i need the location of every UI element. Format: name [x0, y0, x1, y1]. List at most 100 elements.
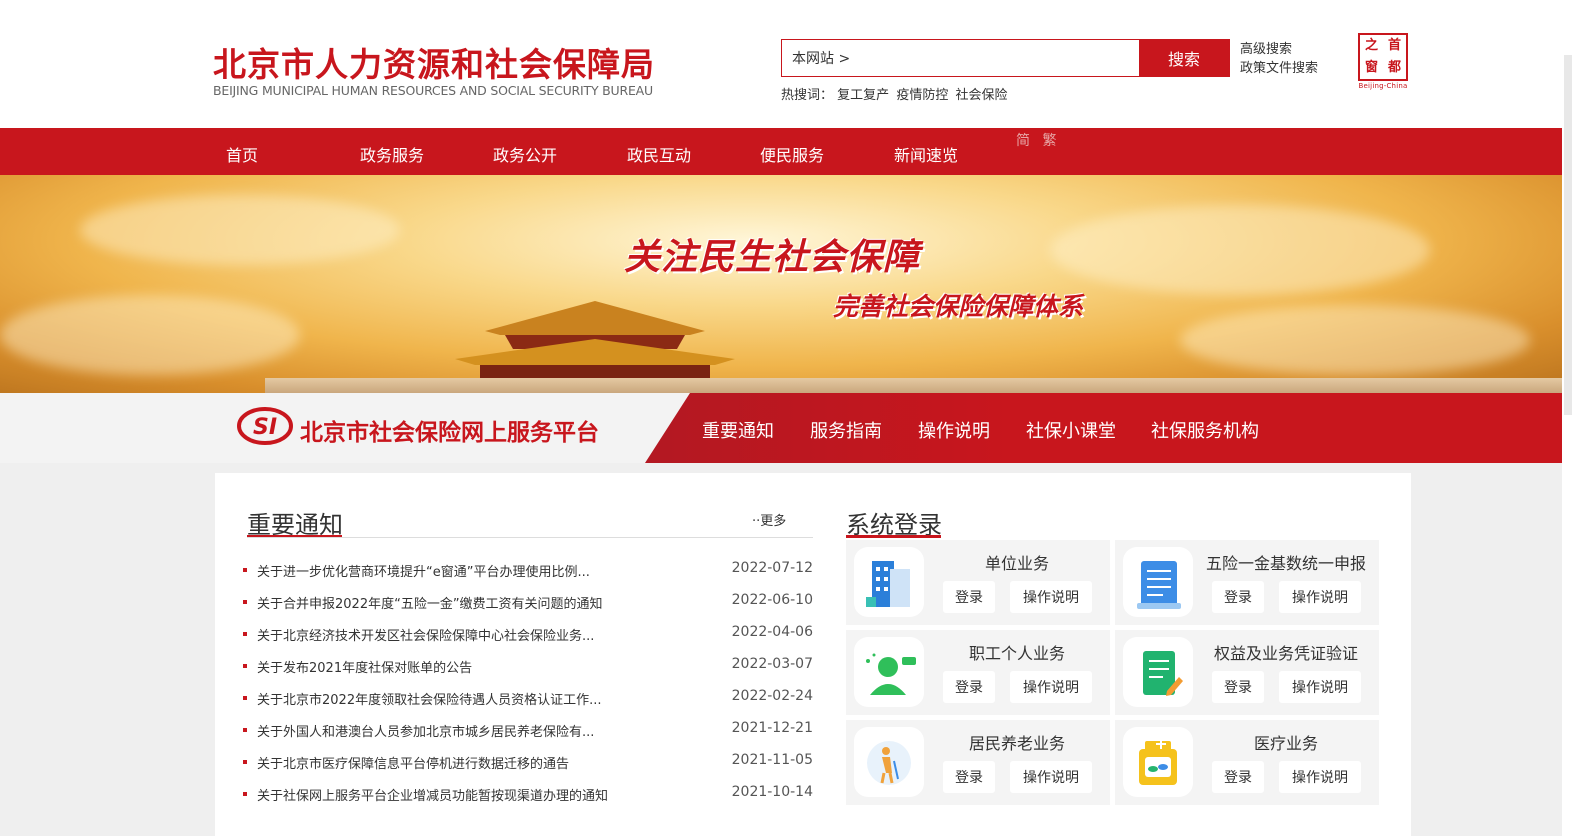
notice-title[interactable]: 关于进一步优化营商环境提升“e窗通”平台办理使用比例... — [257, 561, 590, 580]
list-item[interactable]: 关于北京市医疗保障信息平台停机进行数据迁移的通告 2021-11-05 — [243, 750, 813, 782]
banner-cloud — [0, 295, 300, 375]
seal-char: 之 — [1364, 38, 1378, 53]
notice-title[interactable]: 关于合并申报2022年度“五险一金”缴费工资有关问题的通知 — [257, 593, 603, 612]
language-switch[interactable]: 简 繁 — [1016, 130, 1060, 150]
bullet-icon — [243, 600, 247, 604]
login-button[interactable]: 登录 — [1212, 581, 1264, 613]
advanced-search-links: 高级搜索 政策文件搜索 — [1240, 40, 1318, 78]
notice-date: 2022-04-06 — [731, 624, 813, 640]
building-icon — [854, 547, 924, 617]
notice-date: 2022-02-24 — [731, 688, 813, 704]
hot-search: 热搜词： 复工复产 疫情防控 社会保险 — [781, 84, 1010, 103]
bullet-icon — [243, 632, 247, 636]
seal-char: 都 — [1387, 60, 1401, 75]
seal-caption: Beijing-China — [1358, 82, 1408, 90]
medical-icon — [1123, 727, 1193, 797]
bullet-icon — [243, 760, 247, 764]
tab-important-notice[interactable]: 重要通知 — [702, 417, 774, 443]
hot-keyword[interactable]: 复工复产 — [837, 88, 889, 103]
banner-cloud — [1180, 305, 1530, 375]
main-nav: 首页 政务服务 政务公开 政民互动 便民服务 新闻速览 — [0, 128, 1562, 175]
help-button[interactable]: 操作说明 — [1279, 761, 1361, 793]
search-input[interactable] — [782, 40, 1140, 76]
login-button[interactable]: 登录 — [943, 671, 995, 703]
card-title: 单位业务 — [984, 554, 1049, 573]
nav-item-news[interactable]: 新闻速览 — [894, 142, 958, 166]
site-header: 北京市人力资源和社会保障局 BEIJING MUNICIPAL HUMAN RE… — [0, 0, 1562, 128]
help-button[interactable]: 操作说明 — [1010, 671, 1092, 703]
tab-classroom[interactable]: 社保小课堂 — [1026, 417, 1116, 443]
platform-bar: SI 北京市社会保险网上服务平台 重要通知 服务指南 操作说明 社保小课堂 社保… — [0, 393, 1562, 463]
notice-date: 2022-06-10 — [731, 592, 813, 608]
notice-date: 2021-10-14 — [731, 784, 813, 800]
notice-list: 关于进一步优化营商环境提升“e窗通”平台办理使用比例... 2022-07-12 … — [243, 558, 813, 814]
list-item[interactable]: 关于外国人和港澳台人员参加北京市城乡居民养老保险有... 2021-12-21 — [243, 718, 813, 750]
tab-service-agencies[interactable]: 社保服务机构 — [1151, 417, 1259, 443]
card-employee-business: 职工个人业务 登录 操作说明 — [846, 630, 1110, 715]
document-icon — [1123, 547, 1193, 617]
help-button[interactable]: 操作说明 — [1010, 581, 1092, 613]
card-medical-business: 医疗业务 登录 操作说明 — [1115, 720, 1379, 805]
card-title: 五险一金基数统一申报 — [1205, 554, 1366, 573]
tab-operation-guide[interactable]: 操作说明 — [918, 417, 990, 443]
hero-banner: 关注民生社会保障 完善社会保险保障体系 — [0, 175, 1562, 393]
banner-cloud — [80, 195, 400, 265]
list-item[interactable]: 关于进一步优化营商环境提升“e窗通”平台办理使用比例... 2022-07-12 — [243, 558, 813, 590]
nav-item-home[interactable]: 首页 — [226, 142, 258, 166]
card-resident-pension: 居民养老业务 登录 操作说明 — [846, 720, 1110, 805]
banner-subtitle: 完善社会保险保障体系 — [833, 292, 1084, 321]
person-icon — [854, 637, 924, 707]
login-button[interactable]: 登录 — [1212, 761, 1264, 793]
hot-keyword[interactable]: 社会保险 — [955, 88, 1007, 103]
list-item[interactable]: 关于社保网上服务平台企业增减员功能暂按现渠道办理的通知 2021-10-14 — [243, 782, 813, 814]
nav-item-interaction[interactable]: 政民互动 — [627, 142, 691, 166]
search-button[interactable]: 搜索 — [1139, 40, 1229, 76]
policy-search-link[interactable]: 政策文件搜索 — [1240, 59, 1318, 78]
nav-item-convenience[interactable]: 便民服务 — [760, 142, 824, 166]
banner-cloud — [1050, 205, 1430, 295]
bullet-icon — [243, 792, 247, 796]
banner-title: 关注民生社会保障 — [624, 237, 921, 278]
card-title: 职工个人业务 — [968, 644, 1065, 663]
more-link[interactable]: ··更多 — [752, 510, 786, 529]
nav-item-gov-service[interactable]: 政务服务 — [360, 142, 424, 166]
help-button[interactable]: 操作说明 — [1279, 581, 1361, 613]
notice-title[interactable]: 关于北京市医疗保障信息平台停机进行数据迁移的通告 — [257, 753, 569, 772]
seal-logo-icon: 之 首 窗 都 — [1358, 33, 1408, 81]
list-item[interactable]: 关于北京经济技术开发区社会保险保障中心社会保险业务... 2022-04-06 — [243, 622, 813, 654]
list-item[interactable]: 关于发布2021年度社保对账单的公告 2022-03-07 — [243, 654, 813, 686]
elderly-icon — [854, 727, 924, 797]
notice-title[interactable]: 关于外国人和港澳台人员参加北京市城乡居民养老保险有... — [257, 721, 594, 740]
card-contribution-declaration: 五险一金基数统一申报 登录 操作说明 — [1115, 540, 1379, 625]
certificate-icon — [1123, 637, 1193, 707]
bullet-icon — [243, 568, 247, 572]
palace-wall — [265, 378, 1562, 393]
notice-title[interactable]: 关于社保网上服务平台企业增减员功能暂按现渠道办理的通知 — [257, 785, 608, 804]
login-title-underline — [846, 535, 941, 538]
tab-service-guide[interactable]: 服务指南 — [810, 417, 882, 443]
scrollbar-thumb[interactable] — [1564, 55, 1572, 415]
list-item[interactable]: 关于北京市2022年度领取社会保险待遇人员资格认证工作... 2022-02-24 — [243, 686, 813, 718]
card-title: 医疗业务 — [1253, 734, 1318, 753]
platform-title[interactable]: 北京市社会保险网上服务平台 — [300, 413, 599, 447]
site-title[interactable]: 北京市人力资源和社会保障局 — [213, 38, 655, 86]
help-button[interactable]: 操作说明 — [1010, 761, 1092, 793]
hot-keyword[interactable]: 疫情防控 — [896, 88, 948, 103]
bullet-icon — [243, 696, 247, 700]
notice-title[interactable]: 关于北京市2022年度领取社会保险待遇人员资格认证工作... — [257, 689, 601, 708]
notice-date: 2022-07-12 — [731, 560, 813, 576]
login-button[interactable]: 登录 — [943, 581, 995, 613]
card-title: 居民养老业务 — [968, 734, 1065, 753]
login-button[interactable]: 登录 — [943, 761, 995, 793]
advanced-search-link[interactable]: 高级搜索 — [1240, 40, 1318, 59]
list-item[interactable]: 关于合并申报2022年度“五险一金”缴费工资有关问题的通知 2022-06-10 — [243, 590, 813, 622]
seal-char: 窗 — [1364, 60, 1378, 75]
capital-window-seal[interactable]: 之 首 窗 都 Beijing-China — [1358, 33, 1408, 91]
nav-item-gov-open[interactable]: 政务公开 — [493, 142, 557, 166]
notice-title[interactable]: 关于北京经济技术开发区社会保险保障中心社会保险业务... — [257, 625, 594, 644]
notice-title[interactable]: 关于发布2021年度社保对账单的公告 — [257, 657, 472, 676]
help-button[interactable]: 操作说明 — [1279, 671, 1361, 703]
login-button[interactable]: 登录 — [1212, 671, 1264, 703]
notice-date: 2022-03-07 — [731, 656, 813, 672]
bullet-icon — [243, 728, 247, 732]
